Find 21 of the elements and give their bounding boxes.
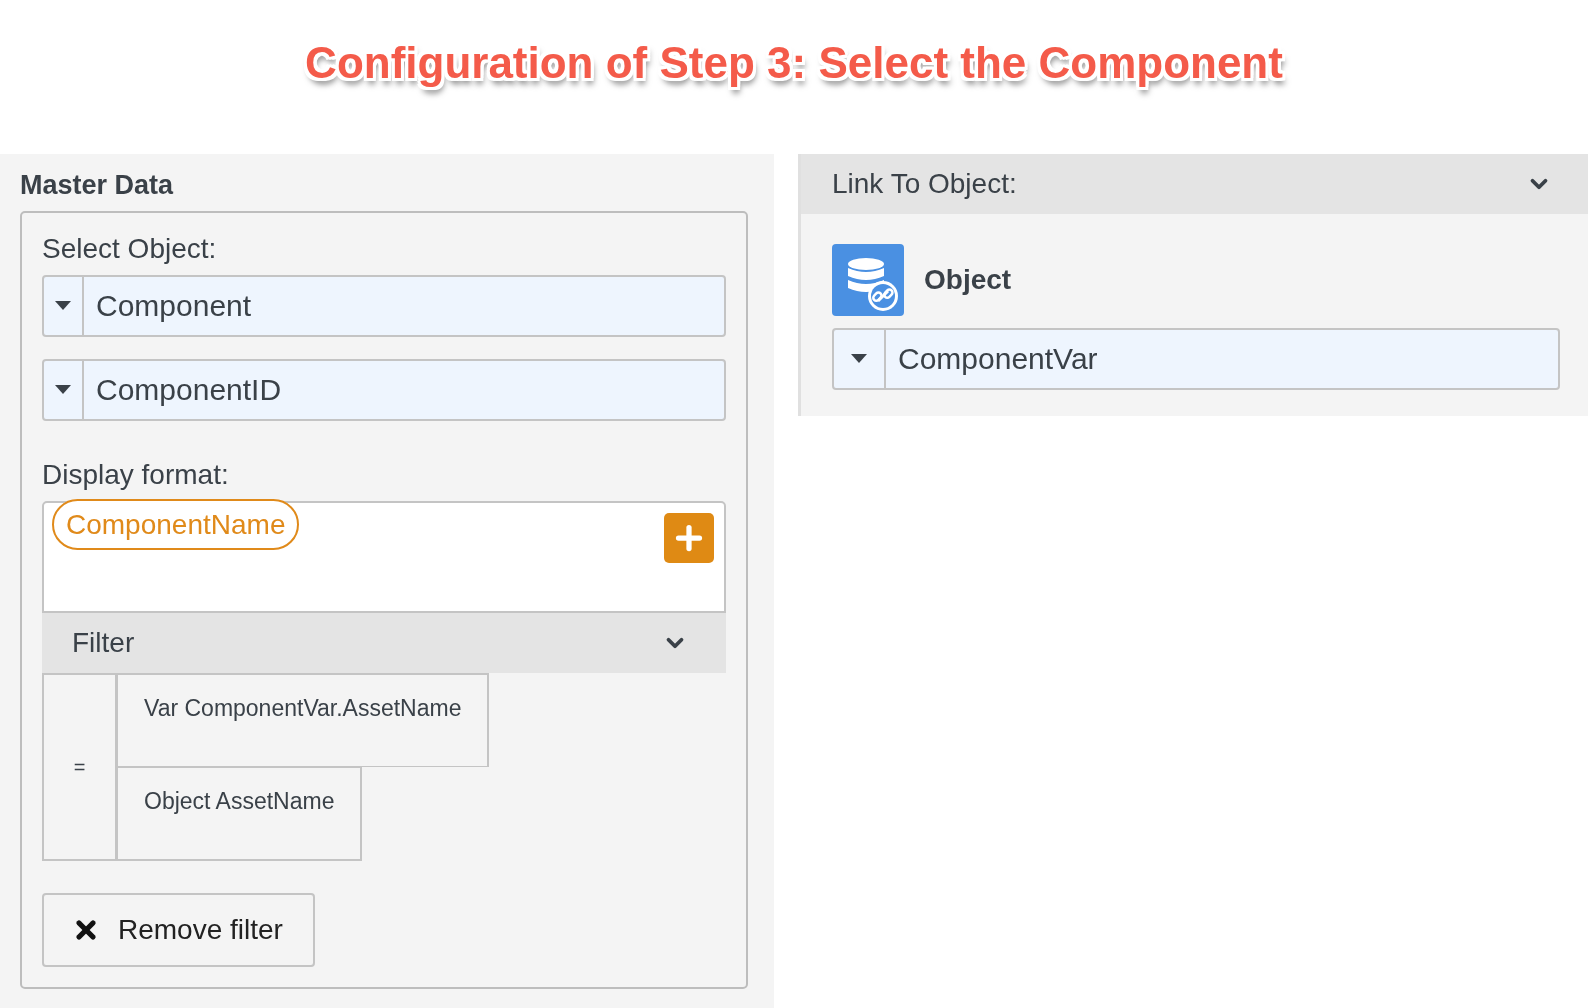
field-label: Select Object:	[42, 233, 218, 265]
operator-cell: =	[42, 673, 118, 861]
object-label: Object	[924, 264, 1012, 296]
filter-header[interactable]: Filter	[42, 613, 726, 673]
field-label: Display format:	[42, 459, 230, 491]
select-field[interactable]: ComponentVar	[832, 328, 1560, 390]
dropdown-caret-icon[interactable]	[55, 301, 71, 311]
operand-cell[interactable]: Var ComponentVar.AssetName	[118, 673, 490, 767]
add-button[interactable]	[664, 513, 714, 563]
remove-filter-button[interactable]: Remove filter	[42, 893, 315, 967]
link-title: Link To Object:	[832, 168, 1017, 200]
page-title: Configuration of Step 3: Select the Component	[305, 38, 1283, 88]
filter-title: Filter	[72, 627, 135, 659]
operand-cell[interactable]: Object AssetName	[118, 767, 363, 861]
dropdown-caret-icon[interactable]	[851, 354, 867, 364]
link-header[interactable]: Link To Object:	[801, 154, 1588, 214]
section-heading: Master Data	[20, 170, 175, 201]
dropdown-caret-icon[interactable]	[55, 385, 71, 395]
select-field[interactable]: Component	[42, 275, 726, 337]
select-field[interactable]: ComponentID	[42, 359, 726, 421]
database-link-icon	[832, 244, 904, 316]
